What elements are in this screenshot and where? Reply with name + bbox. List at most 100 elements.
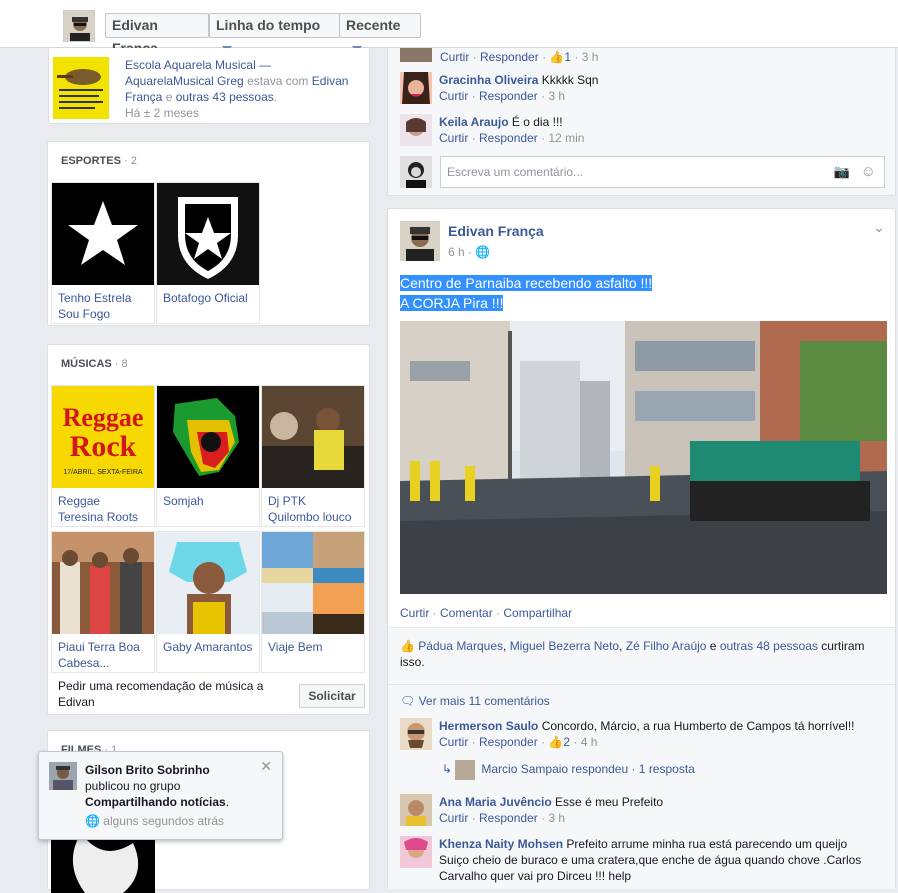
post-time[interactable]: 6 h: [448, 245, 465, 259]
tile-label[interactable]: Somjah: [157, 488, 259, 514]
music-section: MÚSICAS · 8 Reggae Rock 17/ABRIL, SEXTA-FE…: [47, 344, 370, 715]
profile-avatar[interactable]: [63, 10, 95, 42]
section-title[interactable]: MÚSICAS · 8: [61, 358, 128, 370]
tile-label[interactable]: Dj PTK Quilombo louco: [262, 488, 364, 530]
commenter-name[interactable]: Keila Araujo: [439, 115, 509, 129]
botafogo-logo: [157, 183, 259, 285]
comment-time: 3 h: [581, 50, 599, 64]
like-link[interactable]: Curtir: [439, 811, 468, 825]
like-link[interactable]: Curtir: [439, 131, 468, 145]
period: .: [225, 795, 230, 809]
school-link[interactable]: Escola Aquarela Musical —: [125, 58, 271, 72]
close-icon[interactable]: ✕: [260, 758, 272, 775]
like-link[interactable]: Curtir: [439, 89, 468, 103]
my-avatar: [400, 156, 432, 188]
reply-link[interactable]: Responder: [479, 735, 538, 749]
sports-section: ESPORTES · 2 Tenho Estrela Sou Fogo Bota…: [47, 141, 370, 326]
commenter-name[interactable]: Hermerson Saulo: [439, 719, 538, 733]
tagged-link[interactable]: Edivan: [312, 74, 349, 88]
music-tile[interactable]: Piaui Terra Boa Cabesa...: [51, 531, 155, 673]
reply-link[interactable]: Responder: [479, 811, 538, 825]
liker-link[interactable]: Zé Filho Araújo: [626, 639, 707, 653]
comment-button[interactable]: Comentar: [440, 606, 493, 620]
image-text: 17/ABRIL, SEXTA-FEIRA: [63, 469, 143, 476]
reply-summary[interactable]: ↳ Marcio Sampaio respondeu · 1 resposta: [442, 760, 695, 780]
reply-link[interactable]: Marcio Sampaio respondeu: [481, 762, 628, 776]
comment-time: 3 h: [548, 811, 566, 825]
group-name: Compartilhando notícias: [85, 795, 226, 809]
commenter-name[interactable]: Gracinha Oliveira: [439, 73, 538, 87]
notification-popup[interactable]: Gilson Brito Sobrinho publicou no grupo …: [38, 751, 283, 840]
reply-count[interactable]: · 1 resposta: [628, 762, 694, 776]
tile-label[interactable]: Viaje Bem: [262, 634, 364, 660]
others-link[interactable]: outras 48 pessoas: [720, 639, 818, 653]
commenter-avatar[interactable]: [400, 114, 432, 146]
camera-icon[interactable]: 📷: [834, 164, 850, 180]
commenter-name[interactable]: Ana Maria Juvêncio: [439, 795, 552, 809]
film-image[interactable]: [51, 833, 155, 893]
comment-placeholder: Escreva um comentário...: [447, 165, 584, 179]
like-link[interactable]: Curtir: [439, 735, 468, 749]
music-tile[interactable]: Somjah: [156, 385, 260, 527]
profile-name-button[interactable]: Edivan França: [105, 13, 209, 56]
reply-link[interactable]: Responder: [480, 50, 539, 64]
sports-tile[interactable]: Botafogo Oficial: [156, 182, 260, 324]
request-button[interactable]: Solicitar: [299, 684, 365, 708]
author-avatar[interactable]: [400, 221, 440, 261]
reply-link[interactable]: Responder: [479, 89, 538, 103]
comment-text: Kkkkk Sqn: [538, 73, 599, 87]
comment-icon: 🗨: [400, 694, 419, 708]
section-title[interactable]: ESPORTES · 2: [61, 155, 137, 167]
commenter-avatar[interactable]: [400, 72, 432, 104]
commenter-name[interactable]: Khenza Naity Mohsen: [439, 837, 563, 851]
music-tile[interactable]: Gaby Amarantos: [156, 531, 260, 673]
notification-text: publicou no grupo: [85, 779, 181, 793]
emoji-icon[interactable]: ☺: [861, 163, 876, 180]
school-logo[interactable]: [53, 57, 109, 119]
view-more-comments[interactable]: 🗨 Ver mais 11 comentários: [400, 694, 550, 708]
others-link[interactable]: outras 43 pessoas: [176, 90, 274, 104]
recommendation-text: Pedir uma recomendação de música a Ediva…: [58, 679, 264, 709]
music-tile[interactable]: Dj PTK Quilombo louco: [261, 385, 365, 527]
lion-map-image: [157, 386, 259, 488]
timeline-menu[interactable]: Linha do tempo: [209, 13, 340, 53]
post-photo[interactable]: [400, 321, 887, 594]
tile-label[interactable]: Tenho Estrela Sou Fogo: [52, 285, 154, 327]
like-icon: 👍: [400, 639, 419, 653]
share-button[interactable]: Compartilhar: [503, 606, 572, 620]
chevron-down-icon[interactable]: ⌄: [873, 219, 885, 236]
tile-label[interactable]: Gaby Amarantos: [157, 634, 259, 660]
liker-link[interactable]: Miguel Bezerra Neto: [510, 639, 619, 653]
commenter-avatar[interactable]: [400, 836, 432, 868]
commenter-avatar[interactable]: [400, 718, 432, 750]
music-tile[interactable]: Reggae Rock 17/ABRIL, SEXTA-FEIRA Reggae T…: [51, 385, 155, 527]
like-button[interactable]: Curtir: [400, 606, 429, 620]
reply-arrow-icon: ↳: [442, 762, 456, 777]
singer-photo: [157, 532, 259, 634]
liker-link[interactable]: Pádua Marques: [418, 639, 503, 653]
comment-time: 12 min: [548, 131, 585, 145]
comment-input[interactable]: Escreva um comentário... 📷 ☺: [440, 156, 885, 188]
notifier-avatar: [49, 762, 77, 790]
replier-avatar: [455, 760, 476, 780]
tile-label[interactable]: Reggae Teresina Roots: [52, 488, 154, 530]
music-tile[interactable]: Viaje Bem: [261, 531, 365, 673]
reply-link[interactable]: Responder: [479, 131, 538, 145]
recent-menu[interactable]: Recente: [339, 13, 421, 53]
image-text: Rock: [70, 430, 137, 463]
tagged-link[interactable]: França: [125, 90, 162, 104]
sports-tile[interactable]: Tenho Estrela Sou Fogo: [51, 182, 155, 324]
globe-icon: 🌐: [475, 245, 491, 259]
like-link[interactable]: Curtir: [440, 50, 469, 64]
tile-label[interactable]: Botafogo Oficial: [157, 285, 259, 311]
post-text: Centro de Parnaiba recebendo asfalto !!!: [400, 275, 653, 291]
dj-photo: [262, 386, 364, 488]
timeline-label: Linha do tempo: [216, 17, 321, 33]
tile-label[interactable]: Piaui Terra Boa Cabesa...: [52, 634, 154, 676]
and-text: e: [162, 90, 176, 104]
author-name[interactable]: Edivan França: [448, 223, 544, 239]
view-more-link[interactable]: Ver mais 11 comentários: [419, 694, 550, 708]
commenter-avatar[interactable]: [400, 794, 432, 826]
person-link[interactable]: AquarelaMusical Greg: [125, 74, 244, 88]
main-post: Edivan França 6 h · 🌐 ⌄ Centro de Parnai…: [387, 208, 896, 889]
